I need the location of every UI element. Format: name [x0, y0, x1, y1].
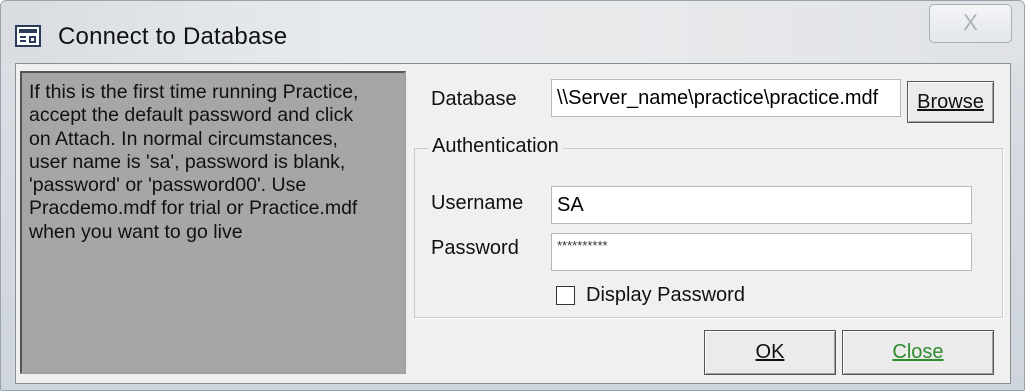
form-icon [15, 25, 41, 47]
username-input[interactable]: SA [551, 186, 972, 224]
info-text-panel: If this is the first time running Practi… [20, 71, 406, 374]
close-icon: X [963, 10, 978, 35]
database-path-input[interactable]: \\Server_name\practice\practice.mdf [551, 79, 901, 117]
window-close-button[interactable]: X [929, 4, 1012, 43]
display-password-checkbox[interactable] [556, 286, 575, 305]
browse-button-label: Browse [917, 91, 984, 113]
close-button-label: Close [892, 341, 944, 363]
ok-button-label: OK [755, 341, 785, 363]
display-password-label[interactable]: Display Password [586, 284, 745, 307]
window-title: Connect to Database [58, 23, 288, 50]
title-bar[interactable]: Connect to Database X [1, 1, 1024, 63]
password-label: Password [431, 237, 519, 259]
database-label: Database [431, 88, 517, 110]
browse-button[interactable]: Browse [907, 81, 994, 123]
username-label: Username [431, 192, 524, 214]
dialog-client-area: If this is the first time running Practi… [15, 63, 1011, 384]
password-input[interactable]: ********** [551, 233, 972, 271]
close-button[interactable]: Close [842, 330, 994, 375]
authentication-legend: Authentication [428, 135, 563, 158]
connect-dialog-window: Connect to Database X If this is the fir… [0, 0, 1025, 391]
ok-button[interactable]: OK [704, 330, 836, 375]
